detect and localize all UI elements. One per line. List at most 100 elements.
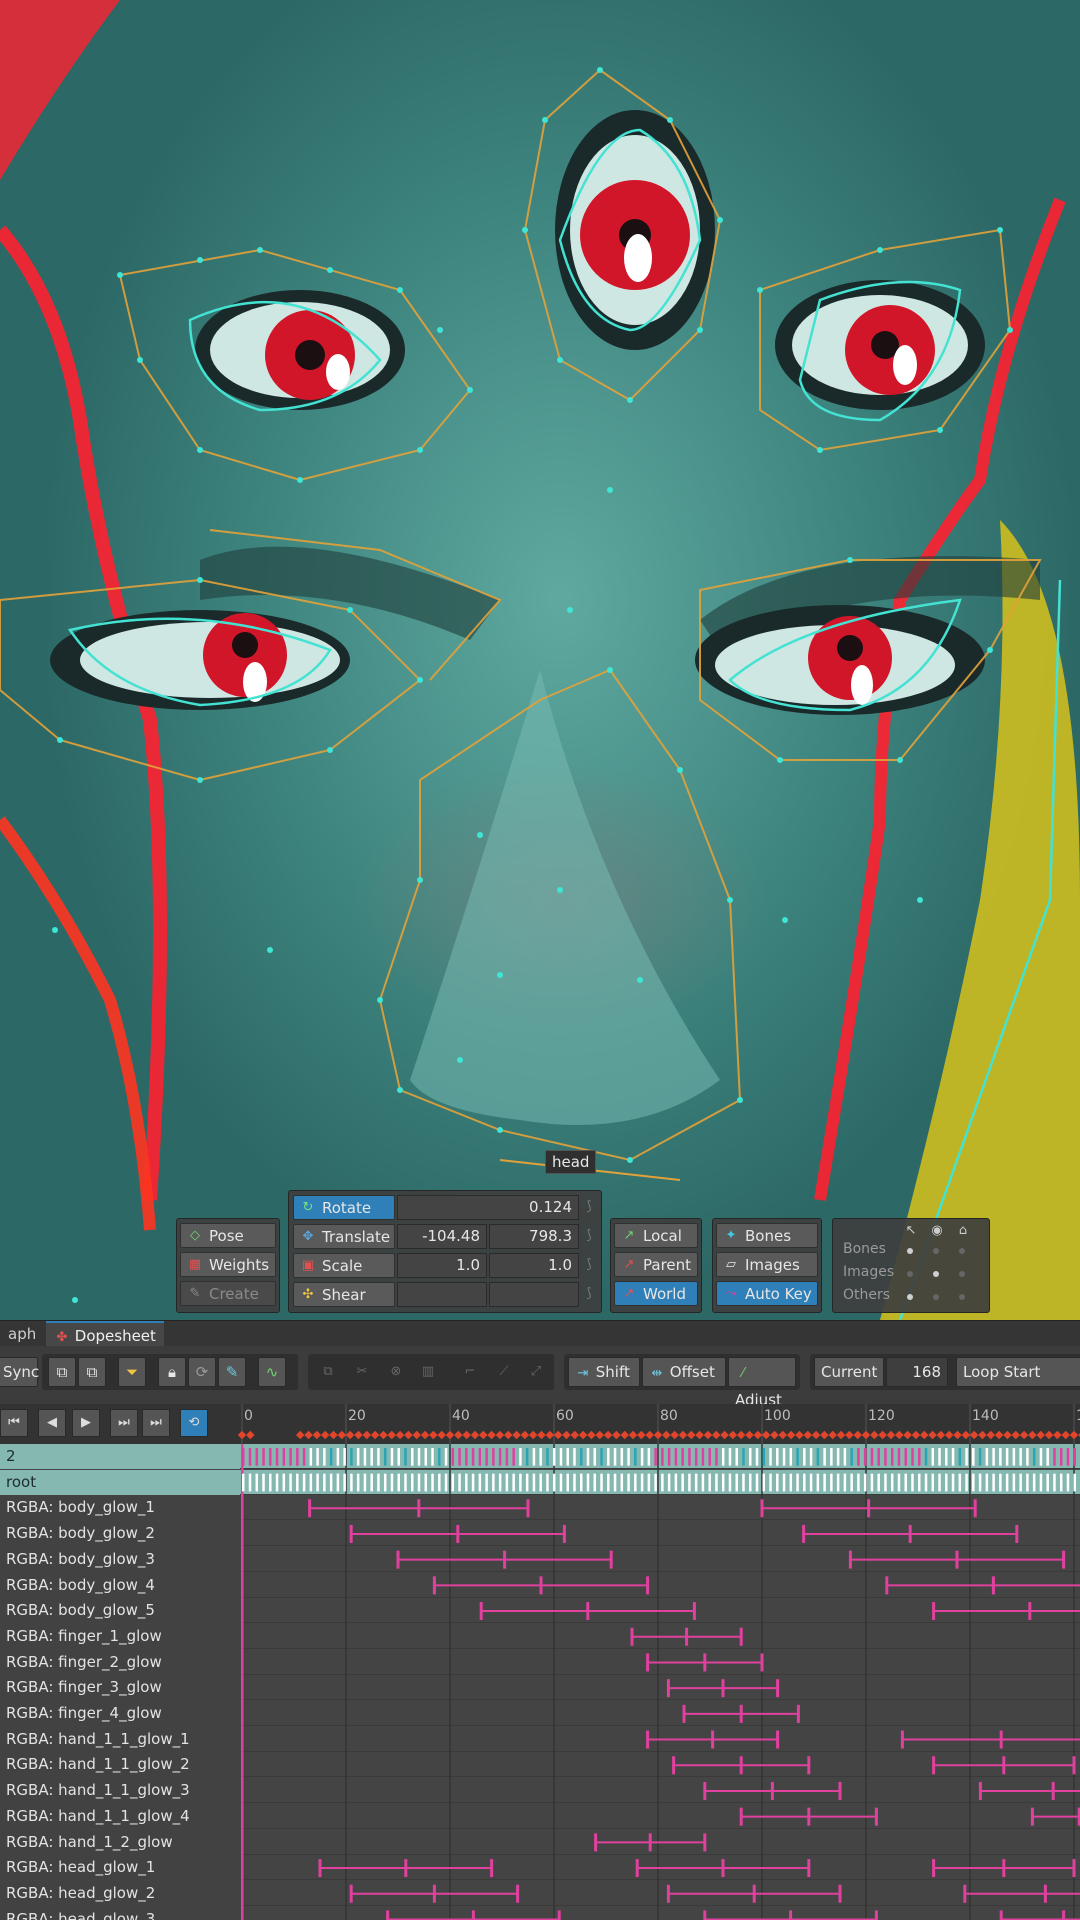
track-row[interactable]: RGBA: hand_1_1_glow_4 [0, 1803, 1080, 1829]
track-row[interactable]: RGBA: hand_1_1_glow_1 [0, 1726, 1080, 1752]
canvas-viewport[interactable]: head ◇ Pose ▦ Weights ✎ Create ↻ Rotate … [0, 0, 1080, 1320]
adjust-button[interactable]: ⁄ Adjust [728, 1357, 796, 1409]
create-button[interactable]: ✎ Create [180, 1281, 276, 1306]
scale-lock-icon[interactable]: ⟆ [581, 1257, 597, 1273]
track-row[interactable]: RGBA: finger_3_glow [0, 1675, 1080, 1701]
filter-icon[interactable]: ⏷ [118, 1357, 146, 1387]
translate-y-field[interactable]: 798.3 [489, 1224, 579, 1249]
track-name: RGBA: finger_4_glow [0, 1701, 240, 1726]
shear-button[interactable]: ✣ Shear [293, 1282, 395, 1307]
key-brush-icon[interactable]: ✎ [218, 1357, 246, 1387]
translate-icon: ✥ [302, 1228, 314, 1244]
duplicate-icon[interactable]: ⧉ [320, 1364, 336, 1380]
track-row[interactable]: RGBA: head_glow_2 [0, 1880, 1080, 1906]
track-row[interactable]: RGBA: head_glow_1 [0, 1855, 1080, 1881]
ruler-key-marker [994, 1430, 1004, 1440]
shear-lock-icon[interactable]: ⟆ [581, 1286, 597, 1302]
weights-button[interactable]: ▦ Weights [180, 1252, 276, 1277]
current-frame-field[interactable]: 168 [886, 1357, 948, 1387]
dopesheet-toolbar: Sync ⧉ ⧉ ⏷ 🔒︎ ⟳ ✎ ∿ ⧉ ✂ ⊗ ▥ ⌐ ⟋ ⤢ ⇥ Shif… [0, 1346, 1080, 1409]
track-row[interactable]: RGBA: body_glow_5 [0, 1598, 1080, 1624]
vis-others-names-dot[interactable] [959, 1294, 965, 1300]
track-row[interactable]: root [0, 1469, 1080, 1495]
vis-images-names-dot[interactable] [959, 1271, 965, 1277]
shear-y-field[interactable] [489, 1282, 579, 1307]
bones-label: Bones [745, 1226, 792, 1245]
rotate-button[interactable]: ↻ Rotate [293, 1195, 395, 1220]
loop-start-button[interactable]: Loop Start [956, 1357, 1080, 1387]
track-row[interactable]: RGBA: finger_1_glow [0, 1623, 1080, 1649]
local-button[interactable]: ↗ Local [614, 1223, 698, 1248]
translate-lock-icon[interactable]: ⟆ [581, 1228, 597, 1244]
select-arrow-icon[interactable]: ↖ [903, 1223, 919, 1239]
ruler-key-marker [1036, 1430, 1045, 1440]
translate-x-field[interactable]: -104.48 [397, 1224, 487, 1249]
tag-icon[interactable]: ⌂ [955, 1223, 971, 1239]
vis-others-select-dot[interactable] [907, 1294, 913, 1300]
bones-button[interactable]: ✦ Bones [716, 1223, 818, 1248]
parent-button[interactable]: ↗ Parent [614, 1252, 698, 1277]
track-name: 2 [0, 1444, 240, 1469]
timeline-ruler[interactable]: ⏮ ◀ ▶ ⏭ ⏭ ⟲ 02040608010012014016 [0, 1404, 1080, 1444]
track-row[interactable]: RGBA: body_glow_1 [0, 1495, 1080, 1521]
scale-y-field[interactable]: 1.0 [489, 1253, 579, 1278]
translate-button[interactable]: ✥ Translate [293, 1224, 395, 1249]
sync-button[interactable]: Sync [0, 1357, 39, 1387]
ruler-key-marker [853, 1430, 862, 1440]
rotate-lock-icon[interactable]: ⟆ [581, 1199, 597, 1215]
ruler-key-marker [936, 1430, 946, 1440]
track-row[interactable]: RGBA: head_glow_3 [0, 1906, 1080, 1920]
world-button[interactable]: ↗ World [614, 1281, 698, 1306]
track-row[interactable]: RGBA: finger_4_glow [0, 1701, 1080, 1726]
track-row[interactable]: RGBA: body_glow_2 [0, 1521, 1080, 1547]
delete-icon[interactable]: ⊗ [388, 1364, 404, 1380]
vis-images-label: Images [843, 1264, 895, 1280]
curve-icon[interactable]: ∿ [258, 1357, 286, 1387]
track-row[interactable]: RGBA: hand_1_1_glow_2 [0, 1752, 1080, 1778]
tab-graph[interactable]: aph [0, 1321, 44, 1347]
track-row[interactable]: RGBA: hand_1_1_glow_3 [0, 1778, 1080, 1804]
lock-icon[interactable]: 🔒︎ [158, 1357, 186, 1387]
ruler-key-marker [595, 1430, 605, 1440]
pose-button[interactable]: ◇ Pose [180, 1223, 276, 1248]
copy-keys-icon[interactable]: ⧉ [48, 1357, 76, 1387]
vis-bones-visible-dot[interactable] [933, 1248, 939, 1254]
eye-icon[interactable]: ◉ [929, 1223, 945, 1239]
vis-images-select-dot[interactable] [907, 1271, 913, 1277]
refresh-icon[interactable]: ⟳ [188, 1357, 216, 1387]
vis-bones-select-dot[interactable] [907, 1248, 913, 1254]
cut-icon[interactable]: ✂ [354, 1364, 370, 1380]
ruler-key-marker [337, 1430, 347, 1440]
track-row[interactable]: RGBA: body_glow_4 [0, 1572, 1080, 1598]
ruler-marks: 0 20 40 60 80 100 120 140 16 [237, 1404, 1080, 1444]
vis-bones-names-dot[interactable] [959, 1248, 965, 1254]
shift-icon: ⇥ [577, 1366, 589, 1381]
curve-linear-icon[interactable]: ⌐ [462, 1364, 478, 1380]
ruler-key-marker [861, 1430, 871, 1440]
rotate-field[interactable]: 0.124 [397, 1195, 579, 1220]
translate-label: Translate [322, 1227, 391, 1246]
tab-dopesheet[interactable]: ✤ Dopesheet [46, 1321, 164, 1347]
track-row[interactable]: RGBA: finger_2_glow [0, 1649, 1080, 1675]
offset-button[interactable]: ⇹ Offset [642, 1357, 726, 1387]
scale-x-field[interactable]: 1.0 [397, 1253, 487, 1278]
ruler-key-marker [886, 1430, 896, 1440]
curve-bezier-icon[interactable]: ⤢ [528, 1364, 544, 1380]
track-row[interactable]: 2 [0, 1444, 1080, 1469]
scale-button[interactable]: ▣ Scale [293, 1253, 395, 1278]
ruler-key-marker [870, 1430, 879, 1440]
shear-x-field[interactable] [397, 1282, 487, 1307]
paste-keys-icon[interactable]: ⧉ [78, 1357, 106, 1387]
visibility-panel: ↖ ◉ ⌂ Bones Images Others [832, 1218, 990, 1313]
vis-others-visible-dot[interactable] [933, 1294, 939, 1300]
shift-button[interactable]: ⇥ Shift [568, 1357, 640, 1387]
track-row[interactable]: RGBA: body_glow_3 [0, 1546, 1080, 1572]
trash-icon[interactable]: ▥ [420, 1364, 436, 1380]
curve-stepped-icon[interactable]: ⟋ [496, 1364, 512, 1380]
vis-images-visible-dot[interactable] [933, 1271, 939, 1277]
ruler-key-marker [978, 1430, 987, 1440]
ruler-key-marker [520, 1430, 530, 1440]
images-button[interactable]: ▱ Images [716, 1252, 818, 1277]
auto-key-button[interactable]: ⤳ Auto Key [716, 1281, 818, 1306]
track-row[interactable]: RGBA: hand_1_2_glow [0, 1829, 1080, 1855]
